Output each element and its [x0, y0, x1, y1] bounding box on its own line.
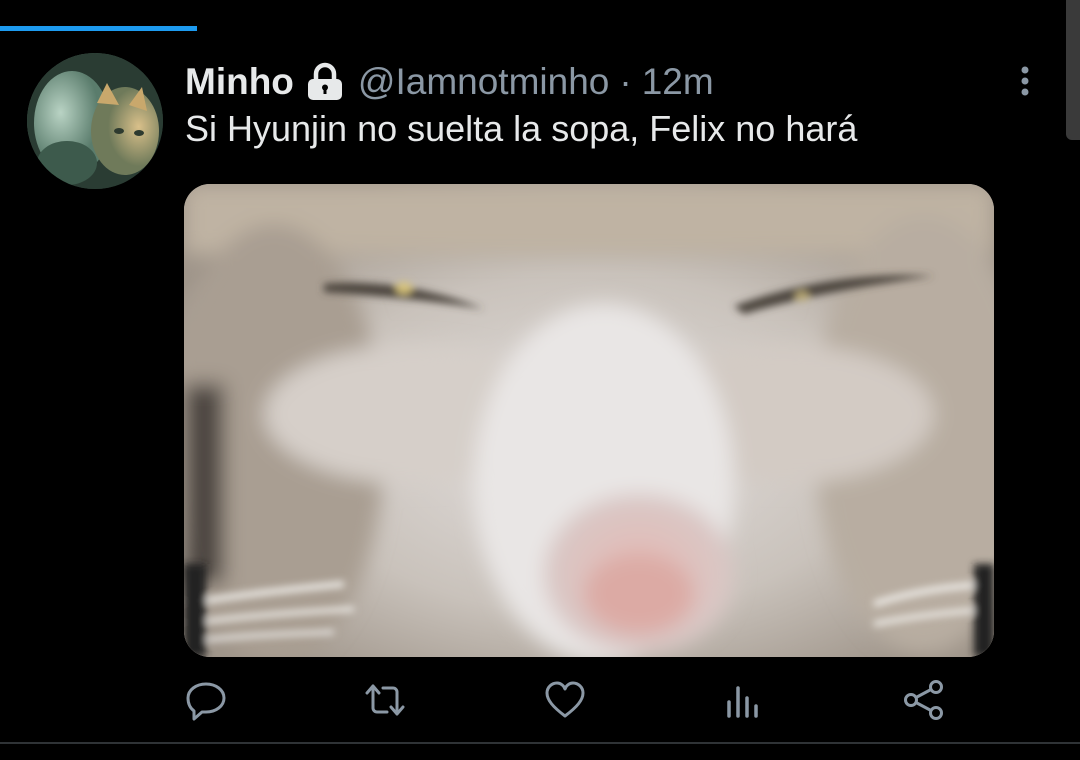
analytics-icon[interactable]: [722, 678, 766, 722]
lock-icon: [304, 62, 346, 102]
like-icon[interactable]: [543, 678, 587, 722]
more-vertical-icon[interactable]: [1010, 62, 1040, 102]
separator-dot: ·: [619, 61, 632, 102]
timestamp[interactable]: 12m: [642, 61, 714, 103]
tweet-header: Minho @Iamnotminho · 12m: [185, 60, 714, 104]
avatar[interactable]: [27, 53, 163, 189]
retweet-icon[interactable]: [363, 678, 407, 722]
loading-progress-bar: [0, 26, 197, 31]
scrollbar-thumb[interactable]: [1066, 0, 1080, 140]
tweet-text: Si Hyunjin no suelta la sopa, Felix no h…: [185, 108, 858, 149]
user-handle[interactable]: @Iamnotminho: [358, 61, 609, 103]
display-name[interactable]: Minho: [185, 61, 294, 103]
share-icon[interactable]: [902, 678, 946, 722]
tweet-media-image[interactable]: [184, 184, 994, 657]
reply-icon[interactable]: [184, 678, 228, 722]
divider: [0, 742, 1080, 744]
